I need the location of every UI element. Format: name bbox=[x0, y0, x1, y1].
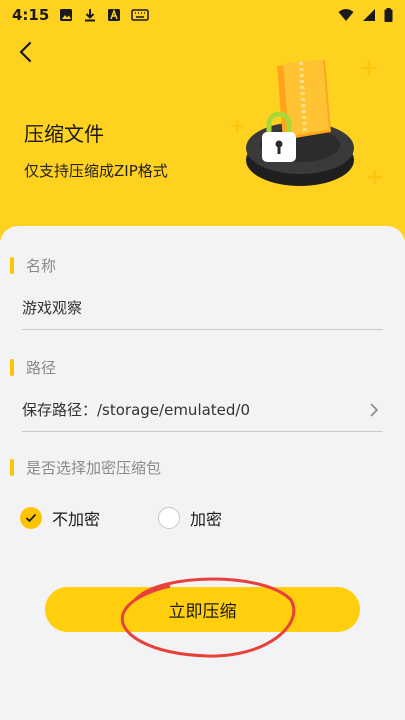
wifi-icon bbox=[338, 9, 354, 21]
chevron-left-icon bbox=[19, 41, 32, 63]
name-input[interactable]: 游戏观察 bbox=[22, 286, 383, 330]
encrypt-label-text: 是否选择加密压缩包 bbox=[26, 459, 162, 477]
path-label-text: 路径 bbox=[26, 359, 57, 377]
zip-lock-illustration-icon bbox=[231, 59, 382, 186]
radio-no-encrypt[interactable]: 不加密 bbox=[20, 506, 100, 530]
section-encrypt-label: 是否选择加密压缩包 bbox=[10, 457, 161, 478]
battery-icon bbox=[384, 8, 393, 22]
signal-icon bbox=[363, 9, 375, 21]
accent-bar bbox=[10, 257, 14, 274]
radio-encrypt-label: 加密 bbox=[190, 510, 223, 529]
back-button[interactable] bbox=[10, 36, 42, 68]
accent-bar bbox=[10, 459, 14, 476]
radio-checked[interactable] bbox=[20, 507, 42, 529]
image-icon bbox=[60, 9, 73, 21]
download-icon bbox=[85, 9, 96, 22]
keyboard-icon bbox=[131, 9, 150, 21]
path-value: 保存路径：/storage/emulated/0 bbox=[22, 401, 251, 419]
chevron-right-icon bbox=[370, 402, 379, 417]
compress-now-button[interactable]: 立即压缩 bbox=[45, 587, 360, 632]
name-input-value: 游戏观察 bbox=[22, 299, 83, 317]
section-path-label: 路径 bbox=[10, 357, 56, 378]
radio-unchecked[interactable] bbox=[158, 507, 180, 529]
page-title: 压缩文件 bbox=[24, 122, 104, 146]
path-selector[interactable]: 保存路径：/storage/emulated/0 bbox=[22, 388, 383, 432]
page-subtitle: 仅支持压缩成ZIP格式 bbox=[24, 162, 168, 180]
a-box-icon bbox=[108, 8, 121, 21]
accent-bar bbox=[10, 359, 14, 376]
section-name-label: 名称 bbox=[10, 255, 56, 276]
radio-encrypt[interactable]: 加密 bbox=[158, 506, 222, 530]
radio-no-encrypt-label: 不加密 bbox=[52, 510, 101, 529]
name-label-text: 名称 bbox=[26, 257, 57, 275]
status-bar: 4:15 bbox=[0, 0, 405, 30]
check-icon bbox=[25, 513, 37, 523]
status-time: 4:15 bbox=[12, 6, 50, 24]
